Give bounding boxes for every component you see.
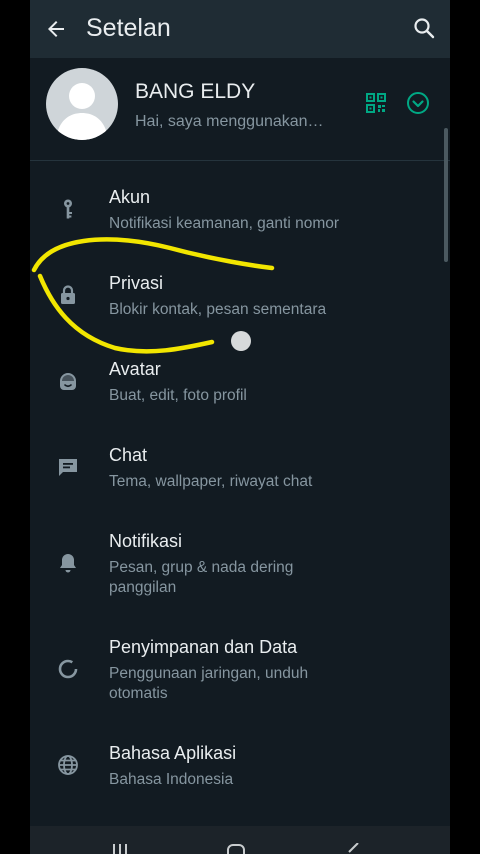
back-nav-icon[interactable]	[346, 843, 360, 854]
settings-item-label: Akun	[109, 187, 151, 207]
home-icon[interactable]	[226, 843, 246, 854]
system-nav-bar	[30, 826, 450, 854]
settings-item-label: Bahasa Aplikasi	[109, 743, 237, 763]
avatar-face-icon	[60, 373, 76, 390]
profile-row[interactable]: BANG ELDY Hai, saya menggunakan…	[30, 58, 450, 160]
profile-status: Hai, saya menggunakan…	[135, 113, 324, 130]
avatar[interactable]	[46, 68, 118, 140]
recent-apps-icon[interactable]	[110, 844, 130, 854]
profile-name: BANG ELDY	[135, 80, 256, 103]
settings-item-chat[interactable]: Chat Tema, wallpaper, riwayat chat	[30, 445, 450, 515]
globe-icon	[58, 755, 78, 775]
chat-icon	[59, 459, 77, 476]
key-icon	[64, 199, 72, 219]
settings-item-subtitle: Notifikasi keamanan, ganti nomor	[109, 215, 340, 232]
settings-item-subtitle: Tema, wallpaper, riwayat chat	[109, 473, 313, 490]
bell-icon	[60, 554, 76, 573]
settings-item-subtitle: Pesan, grup & nada dering panggilan	[109, 559, 294, 596]
qr-code-icon[interactable]	[364, 91, 388, 115]
chevron-down-circle-icon[interactable]	[406, 91, 430, 115]
settings-item-label: Avatar	[109, 359, 161, 379]
data-usage-icon	[58, 659, 78, 679]
settings-item-label: Chat	[109, 445, 148, 465]
scrollbar[interactable]	[444, 128, 448, 262]
search-icon[interactable]	[412, 16, 436, 40]
lock-icon	[61, 285, 75, 304]
default-avatar-icon	[56, 83, 108, 140]
settings-item-penyimpanan-data[interactable]: Penyimpanan dan Data Penggunaan jaringan…	[30, 637, 450, 727]
settings-item-privasi[interactable]: Privasi Blokir kontak, pesan sementara	[30, 273, 450, 343]
app-bar: Setelan	[30, 0, 450, 58]
settings-item-avatar[interactable]: Avatar Buat, edit, foto profil	[30, 359, 450, 429]
settings-item-akun[interactable]: Akun Notifikasi keamanan, ganti nomor	[30, 187, 450, 257]
settings-item-subtitle: Penggunaan jaringan, unduh otomatis	[109, 665, 309, 702]
arrow-left-icon[interactable]	[44, 17, 68, 41]
settings-item-subtitle: Blokir kontak, pesan sementara	[109, 301, 327, 318]
settings-item-label: Notifikasi	[109, 531, 183, 551]
profile-divider	[30, 160, 450, 161]
settings-item-label: Privasi	[109, 273, 164, 293]
settings-item-bahasa[interactable]: Bahasa Aplikasi Bahasa Indonesia	[30, 743, 450, 813]
settings-item-subtitle: Bahasa Indonesia	[109, 771, 234, 788]
settings-item-notifikasi[interactable]: Notifikasi Pesan, grup & nada dering pan…	[30, 531, 450, 621]
settings-item-label: Penyimpanan dan Data	[109, 637, 298, 657]
settings-item-subtitle: Buat, edit, foto profil	[109, 387, 247, 404]
page-title: Setelan	[86, 14, 171, 42]
settings-screen: Setelan BANG ELDY Hai, saya menggunakan…	[30, 0, 450, 854]
